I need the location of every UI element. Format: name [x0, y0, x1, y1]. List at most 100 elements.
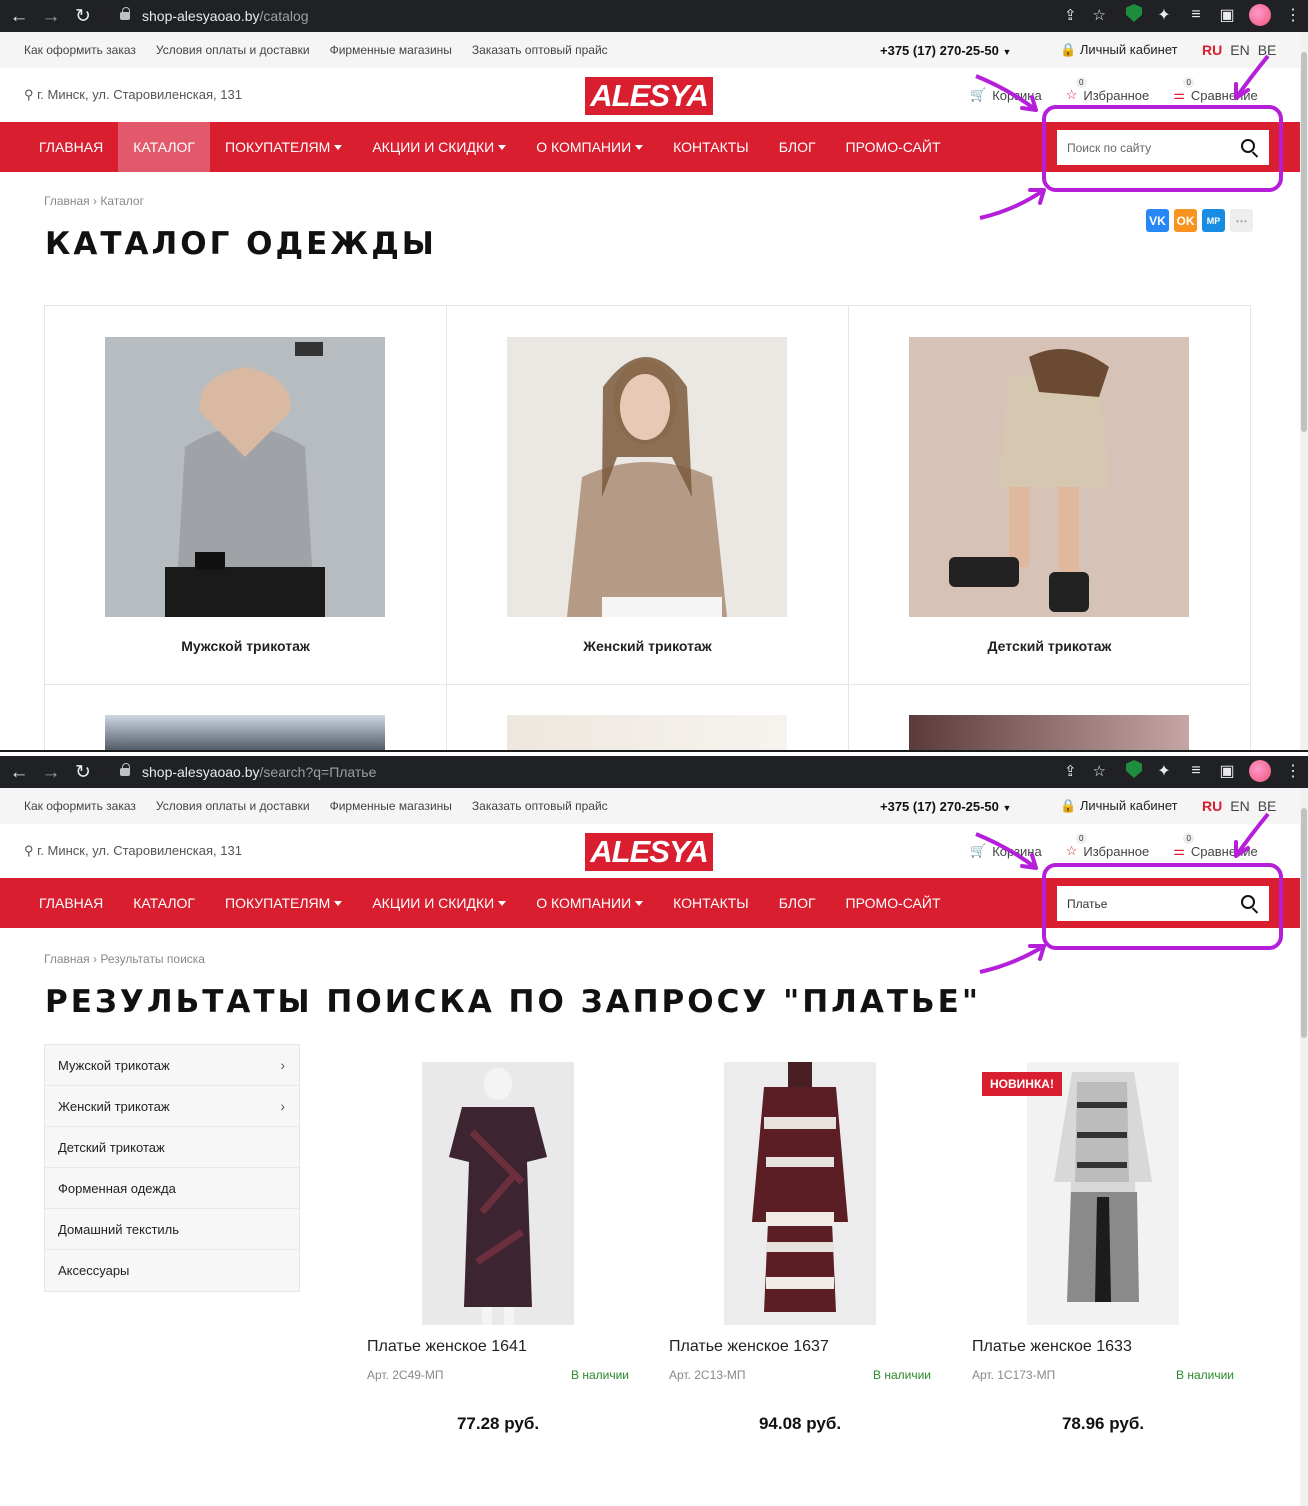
back-icon[interactable]: ←: [6, 759, 32, 785]
profile-avatar[interactable]: [1249, 760, 1271, 782]
menu-catalog[interactable]: Каталог: [118, 122, 211, 172]
address-bar[interactable]: shop-alesyaoao.by/search?q=Платье ⇪ ☆: [110, 758, 1116, 785]
reload-icon[interactable]: ↻: [70, 3, 96, 29]
menu-home[interactable]: Главная: [24, 878, 118, 928]
lang-en[interactable]: EN: [1230, 42, 1249, 58]
lang-ru[interactable]: RU: [1202, 798, 1222, 814]
search-icon[interactable]: [1241, 139, 1255, 153]
reload-icon[interactable]: ↻: [70, 759, 96, 785]
forward-icon[interactable]: →: [38, 3, 64, 29]
phone-number[interactable]: +375 (17) 270-25-50 ▼: [880, 799, 1011, 814]
menu-blog[interactable]: Блог: [764, 122, 831, 172]
search-icon[interactable]: [1241, 895, 1255, 909]
lang-en[interactable]: EN: [1230, 798, 1249, 814]
topbar-link-price[interactable]: Заказать оптовый прайс: [472, 43, 608, 57]
menu-icon[interactable]: ⋮: [1282, 4, 1304, 26]
sidebar-item-accessories[interactable]: Аксессуары: [45, 1250, 299, 1291]
sidebar-item-uniform[interactable]: Форменная одежда: [45, 1168, 299, 1209]
more-icon[interactable]: ⋯: [1230, 209, 1253, 232]
address-bar[interactable]: shop-alesyaoao.by/catalog ⇪ ☆: [110, 2, 1116, 29]
menu-customers[interactable]: Покупателям: [210, 878, 357, 928]
menu-sales[interactable]: Акции и скидки: [357, 878, 521, 928]
menu-catalog[interactable]: Каталог: [118, 878, 210, 928]
menu-company[interactable]: О компании: [521, 122, 658, 172]
category-title[interactable]: Мужской трикотаж: [45, 638, 446, 654]
topbar-link-order[interactable]: Как оформить заказ: [24, 799, 136, 813]
topbar-link-payment[interactable]: Условия оплаты и доставки: [156, 43, 310, 57]
category-card[interactable]: Мужской трикотаж: [45, 306, 447, 685]
cabinet-link[interactable]: 🔒 Личный кабинет: [1060, 42, 1178, 58]
topbar-link-price[interactable]: Заказать оптовый прайс: [472, 799, 608, 813]
search-input[interactable]: [1067, 140, 1227, 155]
extension-icon[interactable]: ✦: [1153, 760, 1175, 782]
category-photo: [909, 715, 1189, 750]
menu-blog[interactable]: Блог: [764, 878, 831, 928]
sidebar-item-women[interactable]: Женский трикотаж ›: [45, 1086, 299, 1127]
category-card[interactable]: Детский трикотаж: [849, 306, 1251, 685]
menu-sales[interactable]: Акции и скидки: [357, 122, 521, 172]
scrollbar[interactable]: [1300, 32, 1308, 750]
share-icon[interactable]: ⇪: [1064, 762, 1077, 780]
product-name[interactable]: Платье женское 1633: [972, 1338, 1132, 1356]
favorites-link[interactable]: 0 ☆ Избранное: [1066, 77, 1149, 103]
product-name[interactable]: Платье женское 1637: [669, 1338, 829, 1356]
profile-avatar[interactable]: [1249, 4, 1271, 26]
playlist-icon[interactable]: ≡: [1185, 760, 1207, 782]
sidepanel-icon[interactable]: ▣: [1216, 4, 1238, 26]
cart-link[interactable]: 🛒 Корзина: [970, 843, 1042, 859]
alesya-logo[interactable]: ALESYA: [585, 833, 713, 871]
scrollbar[interactable]: [1300, 788, 1308, 1506]
favorites-link[interactable]: 0 ☆ Избранное: [1066, 833, 1149, 859]
shield-extension-icon[interactable]: [1126, 4, 1142, 22]
lang-be[interactable]: BE: [1258, 798, 1277, 814]
search-input[interactable]: [1067, 896, 1227, 911]
category-card[interactable]: [45, 685, 447, 750]
sidebar-item-kids[interactable]: Детский трикотаж: [45, 1127, 299, 1168]
shield-extension-icon[interactable]: [1126, 760, 1142, 778]
forward-icon[interactable]: →: [38, 759, 64, 785]
topbar-link-stores[interactable]: Фирменные магазины: [330, 799, 452, 813]
menu-promo[interactable]: Промо-сайт: [831, 122, 956, 172]
sidebar-item-textile[interactable]: Домашний текстиль: [45, 1209, 299, 1250]
cart-link[interactable]: 🛒 Корзина: [970, 87, 1042, 103]
star-icon[interactable]: ☆: [1093, 762, 1106, 780]
back-icon[interactable]: ←: [6, 3, 32, 29]
vk-icon[interactable]: VK: [1146, 209, 1169, 232]
phone-number[interactable]: +375 (17) 270-25-50 ▼: [880, 43, 1011, 58]
sidebar-item-men[interactable]: Мужской трикотаж ›: [45, 1045, 299, 1086]
category-title[interactable]: Женский трикотаж: [447, 638, 848, 654]
topbar-link-payment[interactable]: Условия оплаты и доставки: [156, 799, 310, 813]
compare-link[interactable]: 0 ⚌ Сравнение: [1173, 77, 1258, 103]
crumb-home[interactable]: Главная: [44, 952, 90, 966]
url-path: /catalog: [259, 7, 309, 24]
cabinet-link[interactable]: 🔒 Личный кабинет: [1060, 798, 1178, 814]
menu-home[interactable]: Главная: [24, 122, 118, 172]
menu-icon[interactable]: ⋮: [1282, 760, 1304, 782]
lang-be[interactable]: BE: [1258, 42, 1277, 58]
product-name[interactable]: Платье женское 1641: [367, 1338, 527, 1356]
playlist-icon[interactable]: ≡: [1185, 4, 1207, 26]
category-card[interactable]: Женский трикотаж: [447, 306, 849, 685]
topbar-link-stores[interactable]: Фирменные магазины: [330, 43, 452, 57]
alesya-logo[interactable]: ALESYA: [585, 77, 713, 115]
lang-ru[interactable]: RU: [1202, 42, 1222, 58]
share-icon[interactable]: ⇪: [1064, 6, 1077, 24]
crumb-home[interactable]: Главная: [44, 194, 90, 208]
menu-customers[interactable]: Покупателям: [210, 122, 357, 172]
menu-promo[interactable]: Промо-сайт: [831, 878, 956, 928]
menu-contacts[interactable]: Контакты: [658, 878, 764, 928]
category-title[interactable]: Детский трикотаж: [849, 638, 1250, 654]
category-card[interactable]: [849, 685, 1251, 750]
sidepanel-icon[interactable]: ▣: [1216, 760, 1238, 782]
mailru-icon[interactable]: МР: [1202, 209, 1225, 232]
ok-icon[interactable]: OK: [1174, 209, 1197, 232]
star-icon[interactable]: ☆: [1093, 6, 1106, 24]
product-price: 78.96 руб.: [1061, 1414, 1145, 1433]
extension-icon[interactable]: ✦: [1153, 4, 1175, 26]
category-card[interactable]: [447, 685, 849, 750]
topbar-link-order[interactable]: Как оформить заказ: [24, 43, 136, 57]
menu-company[interactable]: О компании: [521, 878, 658, 928]
breadcrumb: Главная › Результаты поиска: [44, 952, 205, 966]
compare-link[interactable]: 0 ⚌ Сравнение: [1173, 833, 1258, 859]
menu-contacts[interactable]: Контакты: [658, 122, 764, 172]
